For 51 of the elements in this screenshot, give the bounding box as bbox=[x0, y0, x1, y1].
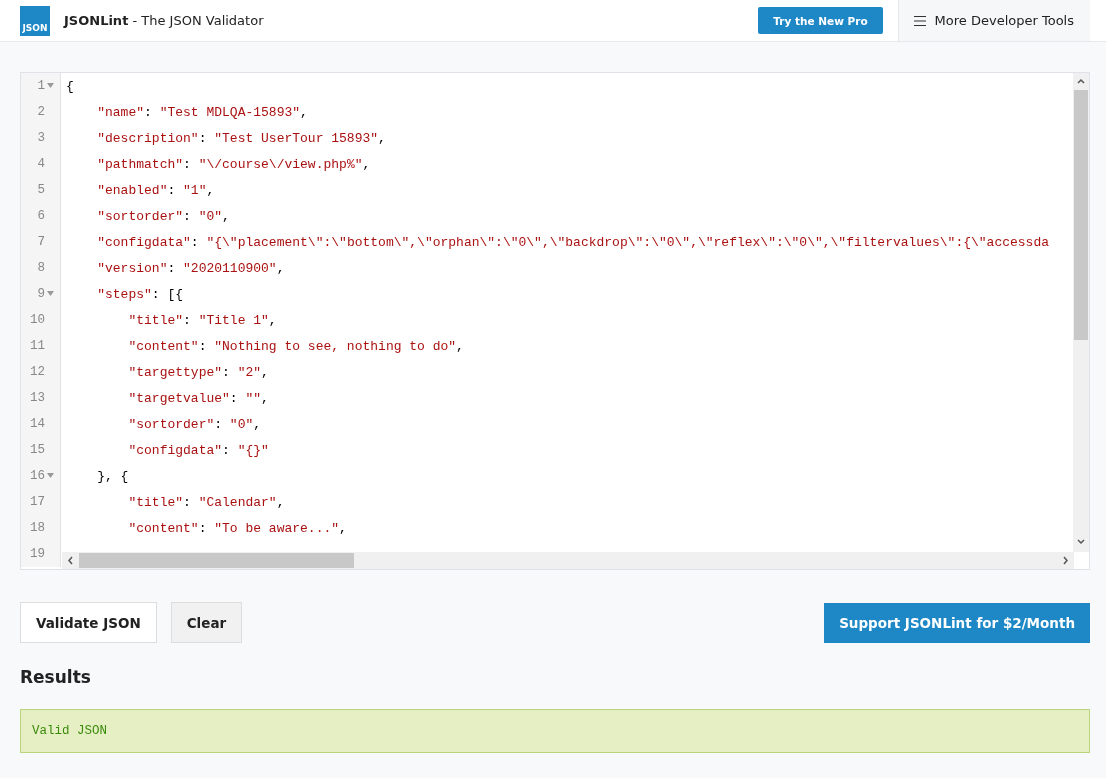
code-line: "content": "To be aware...", bbox=[127, 520, 347, 536]
code-line: }, { bbox=[96, 468, 129, 484]
line-number: 14 bbox=[30, 417, 45, 431]
code-line: "targettype": "2", bbox=[127, 364, 269, 380]
clear-button[interactable]: Clear bbox=[170, 602, 243, 643]
logo[interactable]: JSON bbox=[20, 5, 50, 36]
code-line: "enabled": "1", bbox=[96, 182, 215, 198]
line-number: 5 bbox=[37, 183, 45, 197]
fold-icon[interactable] bbox=[47, 473, 54, 479]
developer-tools-menu[interactable]: More Developer Tools bbox=[897, 0, 1090, 41]
line-number: 16 bbox=[30, 469, 45, 483]
line-number: 6 bbox=[37, 209, 45, 223]
code-line: "version": "2020110900", bbox=[96, 260, 285, 276]
code-line: "targetvalue": "", bbox=[127, 390, 269, 406]
code-line: "sortorder": "0", bbox=[127, 416, 262, 432]
code-line: "name": "Test MDLQA-15893", bbox=[96, 104, 308, 120]
fold-icon[interactable] bbox=[47, 83, 54, 89]
line-number: 9 bbox=[37, 287, 45, 301]
code-line: "configdata": "{\"placement\":\"bottom\",\"orphan\":\"0\",\"backdrop\":\"0\",\"reflex\":\"0\",\"filtervalues\":{\"accessda bbox=[96, 234, 1049, 250]
try-pro-button[interactable]: Try the New Pro bbox=[758, 7, 883, 34]
line-number: 7 bbox=[37, 235, 45, 249]
validate-button[interactable]: Validate JSON bbox=[20, 602, 157, 643]
line-number: 1 bbox=[37, 79, 45, 93]
line-number: 11 bbox=[30, 339, 45, 353]
line-number: 18 bbox=[30, 521, 45, 535]
support-button[interactable]: Support JSONLint for $2/Month bbox=[824, 602, 1090, 643]
line-number: 10 bbox=[30, 313, 45, 327]
result-message: Valid JSON bbox=[20, 709, 1090, 753]
line-number: 15 bbox=[30, 443, 45, 457]
line-number: 17 bbox=[30, 495, 45, 509]
line-number: 19 bbox=[30, 547, 45, 561]
menu-label: More Developer Tools bbox=[934, 13, 1074, 28]
line-number: 8 bbox=[37, 261, 45, 275]
code-line: "content": "Nothing to see, nothing to do", bbox=[127, 338, 464, 354]
menu-icon bbox=[913, 15, 926, 26]
code-line: "steps": [{ bbox=[96, 286, 184, 302]
code-line: "title": "Title 1", bbox=[127, 312, 277, 328]
code-line: "pathmatch": "\/course\/view.php%", bbox=[96, 156, 371, 172]
line-number: 13 bbox=[30, 391, 45, 405]
results-heading: Results bbox=[20, 667, 92, 687]
site-title: JSONLint - The JSON Validator bbox=[64, 13, 265, 28]
line-number: 4 bbox=[37, 157, 45, 171]
line-number: 3 bbox=[37, 131, 45, 145]
line-number: 2 bbox=[37, 105, 45, 119]
code-line: "sortorder": "0", bbox=[96, 208, 230, 224]
line-number: 12 bbox=[30, 365, 45, 379]
fold-icon[interactable] bbox=[47, 291, 54, 297]
code-line: "title": "Calendar", bbox=[127, 494, 285, 510]
code-line: { bbox=[65, 78, 74, 94]
code-line: "configdata": "{}" bbox=[127, 442, 269, 458]
code-line: "description": "Test UserTour 15893", bbox=[96, 130, 386, 146]
